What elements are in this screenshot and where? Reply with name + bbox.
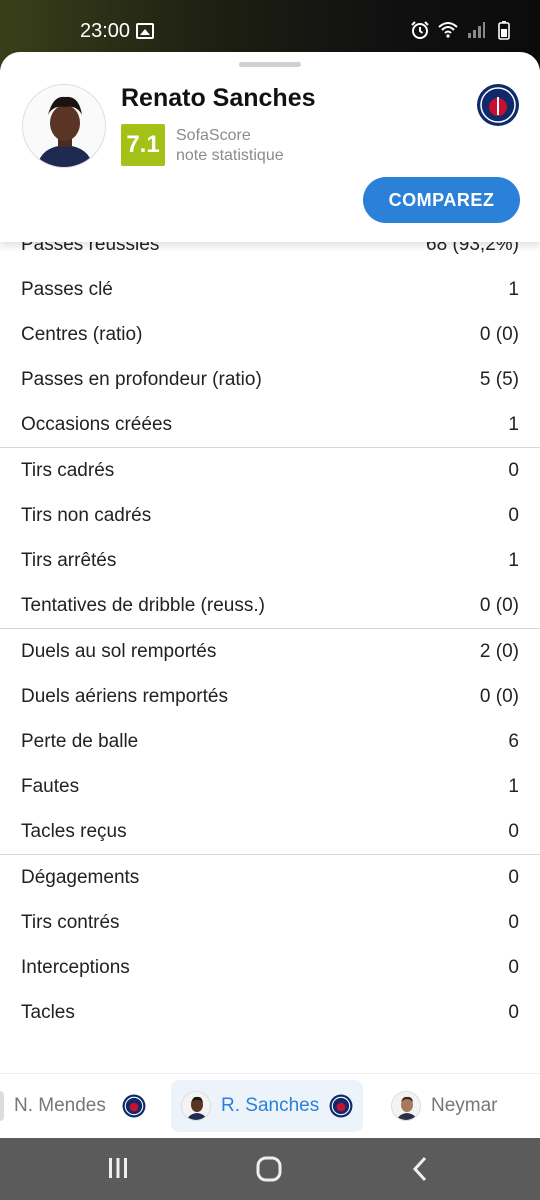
battery-icon xyxy=(498,21,510,40)
rating-source: SofaScore xyxy=(176,127,251,144)
stat-value: 0 xyxy=(508,956,519,978)
stat-row: Tirs contrés 0 xyxy=(0,900,540,945)
psg-logo xyxy=(122,1094,146,1118)
stat-row: Perte de balle 6 xyxy=(0,719,540,764)
system-nav-bar xyxy=(0,1138,540,1200)
stat-value: 0 xyxy=(508,911,519,933)
stat-row: Centres (ratio) 0 (0) xyxy=(0,312,540,357)
stat-value: 0 xyxy=(508,866,519,888)
stat-row: Duels aériens remportés 0 (0) xyxy=(0,674,540,719)
stats-group-passing: Passes réussies 68 (93,2%) Passes clé 1 Ce… xyxy=(0,222,540,448)
player-header: Renato Sanches 7.1 SofaScore note statis… xyxy=(0,52,540,242)
stat-row: Tirs non cadrés 0 xyxy=(0,493,540,538)
status-time: 23:00 xyxy=(80,20,131,42)
stat-label: Fautes xyxy=(21,775,80,797)
back-icon[interactable] xyxy=(410,1156,430,1182)
stat-row: Fautes 1 xyxy=(0,764,540,809)
stat-value: 0 xyxy=(508,459,519,481)
stat-row: Passes en profondeur (ratio) 5 (5) xyxy=(0,357,540,402)
player-tab-label: Neymar xyxy=(431,1095,498,1116)
image-icon xyxy=(136,23,154,39)
stat-label: Tirs arrêtés xyxy=(21,549,117,571)
stat-value: 0 (0) xyxy=(479,685,519,707)
player-avatar xyxy=(22,84,106,168)
stats-group-defending: Dégagements 0 Tirs contrés 0 Interceptions… xyxy=(0,855,540,1035)
player-name: Renato Sanches xyxy=(121,84,316,112)
player-tab-sanches[interactable]: R. Sanches xyxy=(171,1080,364,1132)
player-tab-neymar[interactable]: Neymar xyxy=(391,1080,498,1132)
alarm-icon xyxy=(411,21,429,39)
player-tab-label: R. Sanches xyxy=(221,1095,320,1116)
stat-row: Interceptions 0 xyxy=(0,945,540,990)
stat-value: 5 (5) xyxy=(479,368,519,390)
stat-value: 1 xyxy=(508,413,519,435)
stat-label: Perte de balle xyxy=(21,730,139,752)
stat-label: Duels aériens remportés xyxy=(21,685,228,707)
stat-value: 1 xyxy=(508,278,519,300)
stat-label: Occasions créées xyxy=(21,413,173,435)
status-icons xyxy=(410,20,514,40)
stat-label: Tirs cadrés xyxy=(21,459,115,481)
drag-handle[interactable] xyxy=(239,62,301,67)
stat-label: Tentatives de dribble (reuss.) xyxy=(21,594,265,616)
stat-value: 0 (0) xyxy=(479,594,519,616)
stat-label: Tacles reçus xyxy=(21,820,127,842)
stat-label: Dégagements xyxy=(21,866,140,888)
stat-row: Tacles reçus 0 xyxy=(0,809,540,854)
stat-value: 0 xyxy=(508,1001,519,1023)
psg-logo xyxy=(329,1094,353,1118)
player-tab-mendes[interactable]: N. Mendes xyxy=(0,1080,146,1132)
stat-row: Tacles 0 xyxy=(0,990,540,1035)
stat-label: Passes en profondeur (ratio) xyxy=(21,368,262,390)
stats-group-shooting: Tirs cadrés 0 Tirs non cadrés 0 Tirs arrêt… xyxy=(0,448,540,629)
stat-row: Occasions créées 1 xyxy=(0,402,540,447)
home-icon[interactable] xyxy=(256,1156,282,1182)
stat-row: Tentatives de dribble (reuss.) 0 (0) xyxy=(0,583,540,628)
stat-value: 0 (0) xyxy=(479,323,519,345)
stat-row: Passes clé 1 xyxy=(0,267,540,312)
stat-value: 1 xyxy=(508,775,519,797)
player-avatar xyxy=(391,1091,421,1121)
stat-value: 0 xyxy=(508,504,519,526)
stat-label: Tirs non cadrés xyxy=(21,504,152,526)
avatar-fragment xyxy=(0,1091,4,1121)
stat-value: 1 xyxy=(508,549,519,571)
wifi-icon xyxy=(438,22,458,38)
stat-label: Centres (ratio) xyxy=(21,323,143,345)
player-tab-label: N. Mendes xyxy=(14,1095,106,1116)
stat-row: Duels au sol remportés 2 (0) xyxy=(0,629,540,674)
rating-badge: 7.1 xyxy=(121,124,165,166)
signal-icon xyxy=(468,22,485,38)
stat-value: 0 xyxy=(508,820,519,842)
stat-row: Dégagements 0 xyxy=(0,855,540,900)
stat-row: Tirs cadrés 0 xyxy=(0,448,540,493)
stats-group-duels: Duels au sol remportés 2 (0) Duels aérien… xyxy=(0,629,540,855)
player-tabs: N. Mendes R. Sanches Neymar xyxy=(0,1073,540,1138)
stat-row: Tirs arrêtés 1 xyxy=(0,538,540,583)
recents-icon[interactable] xyxy=(106,1156,130,1180)
psg-logo[interactable] xyxy=(476,83,520,127)
stat-value: 2 (0) xyxy=(479,640,519,662)
compare-button[interactable]: COMPAREZ xyxy=(363,177,520,223)
stats-list[interactable]: Passes réussies 68 (93,2%) Passes clé 1 Ce… xyxy=(0,222,540,1072)
player-avatar xyxy=(181,1091,211,1121)
stat-label: Tirs contrés xyxy=(21,911,120,933)
rating-label: note statistique xyxy=(176,147,284,164)
stat-label: Passes clé xyxy=(21,278,113,300)
stat-label: Tacles xyxy=(21,1001,75,1023)
stat-value: 6 xyxy=(508,730,519,752)
stat-label: Interceptions xyxy=(21,956,130,978)
rating-caption: SofaScore note statistique xyxy=(176,126,284,166)
stat-label: Duels au sol remportés xyxy=(21,640,217,662)
